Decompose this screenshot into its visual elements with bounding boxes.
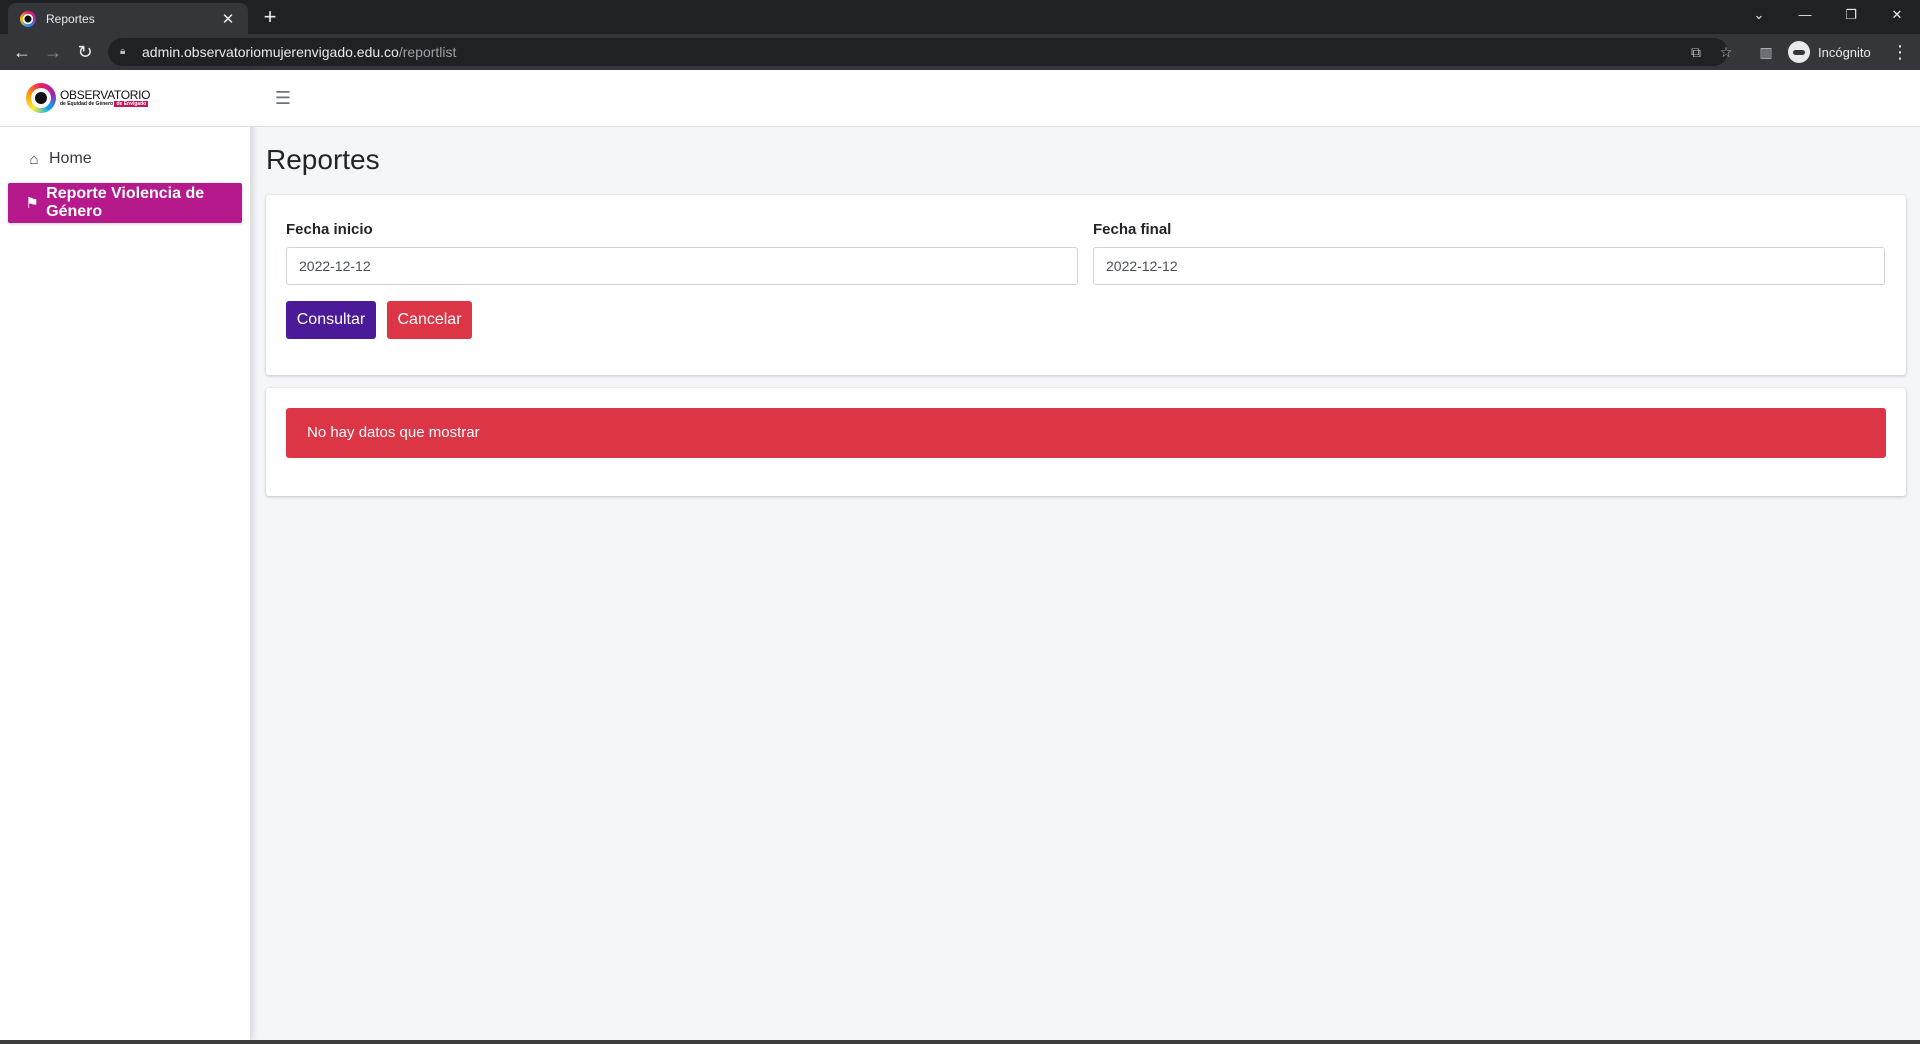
consultar-button[interactable]: Consultar xyxy=(286,301,376,339)
logo-title: OBSERVATORIO xyxy=(60,87,151,102)
tab-title: Reportes xyxy=(46,11,95,26)
tab-close-icon[interactable]: ✕ xyxy=(218,10,238,28)
browser-menu-icon[interactable]: ⋮ xyxy=(1888,38,1912,66)
reload-icon[interactable]: ↻ xyxy=(71,38,99,66)
window-close-icon[interactable]: ✕ xyxy=(1874,0,1920,30)
home-icon: ⌂ xyxy=(29,150,39,168)
filter-card: Fecha inicio 2022-12-12 Fecha final 2022… xyxy=(266,195,1906,375)
start-date-input[interactable]: 2022-12-12 xyxy=(286,247,1078,285)
logo-subtitle: de Equidad de Género de Envigado xyxy=(60,100,149,107)
sidebar: OBSERVATORIO de Equidad de Género de Env… xyxy=(0,70,250,1040)
profile-label: Incógnito xyxy=(1818,44,1871,60)
page-title: Reportes xyxy=(266,144,380,175)
browser-tab-bar: Reportes ✕ + ⌄ — ❐ ✕ xyxy=(0,0,1920,34)
end-date-input[interactable]: 2022-12-12 xyxy=(1093,247,1885,285)
browser-tab[interactable]: Reportes ✕ xyxy=(8,3,248,34)
bottom-strip xyxy=(0,1040,1920,1044)
address-bar[interactable]: 🔒︎ admin.observatoriomujerenvigado.edu.c… xyxy=(108,38,1732,66)
incognito-profile[interactable]: Incógnito xyxy=(1788,38,1871,66)
sidebar-nav: ⌂ Home ⚑ Reporte Violencia de Género xyxy=(0,127,250,223)
brand-logo[interactable]: OBSERVATORIO de Equidad de Género de Env… xyxy=(0,70,250,127)
end-date-label: Fecha final xyxy=(1093,221,1172,238)
top-navbar: ☰ xyxy=(250,70,1920,127)
back-icon[interactable]: ← xyxy=(8,38,36,66)
restore-icon[interactable]: ❐ xyxy=(1828,0,1874,30)
flag-checkered-icon: ⚑ xyxy=(25,195,39,212)
hamburger-menu-icon[interactable]: ☰ xyxy=(272,87,294,109)
new-tab-button[interactable]: + xyxy=(258,5,282,29)
minimize-icon[interactable]: — xyxy=(1782,0,1828,30)
lock-icon: 🔒︎ xyxy=(120,46,126,57)
side-panel-icon[interactable]: ▥ xyxy=(1756,42,1776,62)
results-card: No hay datos que mostrar xyxy=(266,388,1906,496)
sidebar-item-home[interactable]: ⌂ Home xyxy=(8,139,242,179)
start-date-label: Fecha inicio xyxy=(286,221,373,238)
favicon-icon xyxy=(20,10,36,27)
page: OBSERVATORIO de Equidad de Género de Env… xyxy=(0,70,1920,1040)
incognito-icon xyxy=(1788,41,1810,63)
no-data-alert: No hay datos que mostrar xyxy=(286,408,1886,458)
tab-search-chevron-icon[interactable]: ⌄ xyxy=(1736,0,1782,30)
browser-toolbar: ← → ↻ 🔒︎ admin.observatoriomujerenvigado… xyxy=(0,34,1920,70)
cancelar-button[interactable]: Cancelar xyxy=(387,301,472,339)
sidebar-item-reporte-violencia[interactable]: ⚑ Reporte Violencia de Género xyxy=(8,183,242,223)
translate-icon[interactable]: ⧉ xyxy=(1686,42,1706,62)
bookmark-star-icon[interactable]: ☆ xyxy=(1716,42,1736,62)
logo-text: OBSERVATORIO de Equidad de Género de Env… xyxy=(60,87,151,108)
sidebar-item-label: Home xyxy=(49,150,92,167)
sidebar-item-label: Reporte Violencia de Género xyxy=(46,185,205,220)
forward-icon[interactable]: → xyxy=(39,38,67,66)
logo-eye-icon xyxy=(26,83,56,113)
url-text: admin.observatoriomujerenvigado.edu.co/r… xyxy=(142,44,457,60)
